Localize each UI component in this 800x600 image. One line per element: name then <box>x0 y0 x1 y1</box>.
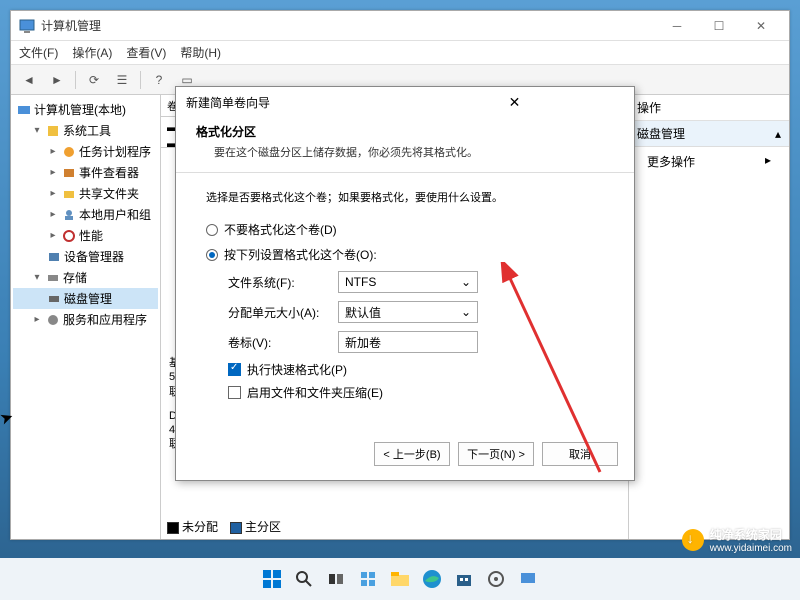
watermark-logo-icon <box>682 529 704 551</box>
checkbox-icon <box>228 386 241 399</box>
next-button[interactable]: 下一页(N) > <box>458 442 534 466</box>
chevron-down-icon: ⌄ <box>461 275 471 289</box>
explorer-icon[interactable] <box>387 566 413 592</box>
properties-button[interactable]: ☰ <box>110 69 134 91</box>
dialog-buttons: < 上一步(B) 下一页(N) > 取消 <box>374 442 618 466</box>
new-volume-wizard-dialog: 新建简单卷向导 ✕ 格式化分区 要在这个磁盘分区上储存数据，你必须先将其格式化。… <box>175 86 635 481</box>
chevron-right-icon: ▸ <box>765 153 771 170</box>
tree-services[interactable]: ▸服务和应用程序 <box>13 309 158 330</box>
filesystem-select[interactable]: NTFS⌄ <box>338 271 478 293</box>
menu-action[interactable]: 操作(A) <box>72 44 112 61</box>
tree-task-scheduler[interactable]: ▸任务计划程序 <box>13 141 158 162</box>
tree-performance[interactable]: ▸性能 <box>13 225 158 246</box>
store-icon[interactable] <box>451 566 477 592</box>
dialog-header: 格式化分区 要在这个磁盘分区上储存数据，你必须先将其格式化。 <box>176 117 634 173</box>
tree-device-manager[interactable]: 设备管理器 <box>13 246 158 267</box>
tree-local-users[interactable]: ▸本地用户和组 <box>13 204 158 225</box>
tree-shared-folders[interactable]: ▸共享文件夹 <box>13 183 158 204</box>
quick-format-checkbox[interactable]: 执行快速格式化(P) <box>228 361 604 378</box>
taskview-icon[interactable] <box>323 566 349 592</box>
actions-panel: 操作 磁盘管理▴ 更多操作▸ <box>629 95 789 539</box>
menu-file[interactable]: 文件(F) <box>19 44 58 61</box>
minimize-button[interactable]: ─ <box>657 12 697 40</box>
actions-section[interactable]: 磁盘管理▴ <box>629 121 789 147</box>
filesystem-label: 文件系统(F): <box>228 274 338 291</box>
radio-icon <box>206 224 218 236</box>
help-button[interactable]: ? <box>147 69 171 91</box>
dialog-section-desc: 要在这个磁盘分区上储存数据，你必须先将其格式化。 <box>196 144 614 160</box>
tree-event-viewer[interactable]: ▸事件查看器 <box>13 162 158 183</box>
tree-storage[interactable]: ▾存储 <box>13 267 158 288</box>
menu-help[interactable]: 帮助(H) <box>180 44 221 61</box>
alloc-select[interactable]: 默认值⌄ <box>338 301 478 323</box>
vollabel-row: 卷标(V): 新加卷 <box>228 331 604 353</box>
tree-disk-management[interactable]: 磁盘管理 <box>13 288 158 309</box>
legend: 未分配 主分区 <box>167 518 281 535</box>
watermark-url: www.yidaimei.com <box>710 543 792 554</box>
dialog-close-button[interactable]: ✕ <box>405 94 624 111</box>
radio-no-format[interactable]: 不要格式化这个卷(D) <box>206 221 604 238</box>
chevron-down-icon: ⌄ <box>461 305 471 319</box>
watermark-brand: 纯净系统家园 <box>710 526 792 543</box>
radio-format[interactable]: 按下列设置格式化这个卷(O): <box>206 246 604 263</box>
checkbox-icon <box>228 363 241 376</box>
maximize-button[interactable]: ☐ <box>699 12 739 40</box>
app-icon <box>19 18 35 34</box>
dialog-hint: 选择是否要格式化这个卷；如果要格式化，要使用什么设置。 <box>206 189 604 205</box>
edge-icon[interactable] <box>419 566 445 592</box>
menubar: 文件(F) 操作(A) 查看(V) 帮助(H) <box>11 41 789 65</box>
actions-more[interactable]: 更多操作▸ <box>629 147 789 176</box>
close-button[interactable]: ✕ <box>741 12 781 40</box>
cancel-button[interactable]: 取消 <box>542 442 618 466</box>
alloc-row: 分配单元大小(A): 默认值⌄ <box>228 301 604 323</box>
legend-primary-icon <box>230 522 242 534</box>
tree-system-tools[interactable]: ▾系统工具 <box>13 120 158 141</box>
compress-checkbox[interactable]: 启用文件和文件夹压缩(E) <box>228 384 604 401</box>
radio-icon <box>206 249 218 261</box>
tree-root[interactable]: 计算机管理(本地) <box>13 99 158 120</box>
dialog-title: 新建简单卷向导 <box>186 94 405 111</box>
forward-button[interactable]: ► <box>45 69 69 91</box>
collapse-icon: ▴ <box>775 127 781 141</box>
dialog-section-title: 格式化分区 <box>196 123 614 140</box>
start-button[interactable] <box>259 566 285 592</box>
alloc-label: 分配单元大小(A): <box>228 304 338 321</box>
settings-icon[interactable] <box>483 566 509 592</box>
legend-unalloc-icon <box>167 522 179 534</box>
actions-header: 操作 <box>629 95 789 121</box>
refresh-button[interactable]: ⟳ <box>82 69 106 91</box>
back-button[interactable]: ◄ <box>17 69 41 91</box>
titlebar: 计算机管理 ─ ☐ ✕ <box>11 11 789 41</box>
vollabel-input[interactable]: 新加卷 <box>338 331 478 353</box>
window-title: 计算机管理 <box>41 17 657 34</box>
tree-panel: 计算机管理(本地) ▾系统工具 ▸任务计划程序 ▸事件查看器 ▸共享文件夹 ▸本… <box>11 95 161 539</box>
watermark: 纯净系统家园 www.yidaimei.com <box>682 526 792 554</box>
widgets-icon[interactable] <box>355 566 381 592</box>
search-icon[interactable] <box>291 566 317 592</box>
dialog-body: 选择是否要格式化这个卷；如果要格式化，要使用什么设置。 不要格式化这个卷(D) … <box>176 173 634 423</box>
taskbar <box>0 558 800 600</box>
back-button[interactable]: < 上一步(B) <box>374 442 450 466</box>
vollabel-label: 卷标(V): <box>228 334 338 351</box>
menu-view[interactable]: 查看(V) <box>126 44 166 61</box>
dialog-titlebar: 新建简单卷向导 ✕ <box>176 87 634 117</box>
filesystem-row: 文件系统(F): NTFS⌄ <box>228 271 604 293</box>
app-icon[interactable] <box>515 566 541 592</box>
